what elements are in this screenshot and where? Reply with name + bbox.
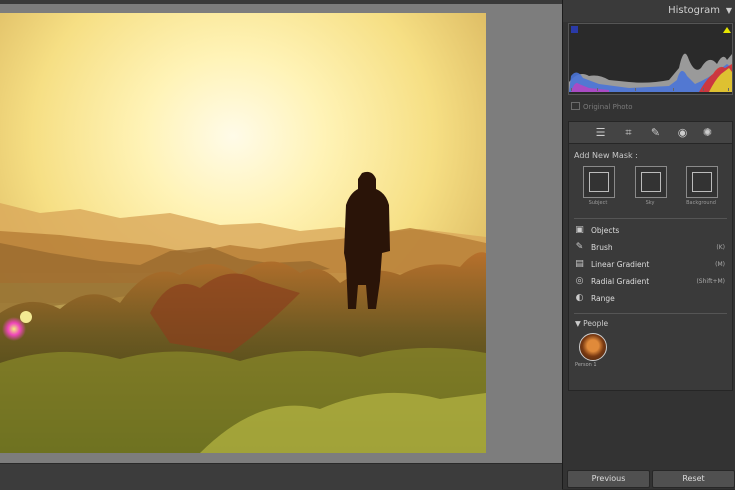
- red-eye-icon[interactable]: ◉: [675, 125, 690, 140]
- healing-brush-icon[interactable]: ✎: [648, 125, 663, 140]
- histogram-title: Histogram: [668, 5, 720, 16]
- right-panel: Histogram ▼ Original Photo ☰ ⌗ ✎ ◉ ✺ Add…: [562, 0, 735, 489]
- mask-item-shortcut: (Shift+M): [696, 278, 725, 285]
- masking-icon[interactable]: ✺: [700, 125, 715, 140]
- person-label: Person 1: [575, 362, 597, 368]
- divider: [574, 313, 727, 314]
- photo-canvas: [0, 0, 562, 490]
- mask-item-linear-gradient[interactable]: ▤ Linear Gradient (M): [575, 258, 725, 272]
- mask-item-objects[interactable]: ▣ Objects: [575, 224, 725, 238]
- radial-gradient-icon: ◎: [575, 276, 584, 286]
- mask-item-label: Brush: [591, 243, 613, 252]
- mask-item-radial-gradient[interactable]: ◎ Radial Gradient (Shift+M): [575, 275, 725, 289]
- divider: [574, 218, 727, 219]
- crop-icon[interactable]: ⌗: [621, 125, 636, 140]
- previous-button[interactable]: Previous: [567, 470, 650, 488]
- sky-mask-button[interactable]: [635, 166, 667, 198]
- histogram-ticks: [571, 88, 729, 91]
- tool-strip: ☰ ⌗ ✎ ◉ ✺: [568, 121, 733, 144]
- mask-item-label: Range: [591, 294, 615, 303]
- people-section-header[interactable]: ▼ People: [575, 319, 608, 328]
- original-photo-label: Original Photo: [583, 103, 633, 111]
- objects-icon: ▣: [575, 225, 584, 235]
- photo-preview[interactable]: [0, 13, 486, 453]
- sky-icon: [641, 172, 661, 192]
- mask-item-label: Objects: [591, 226, 620, 235]
- linear-gradient-icon: ▤: [575, 259, 584, 269]
- mask-item-brush[interactable]: ✎ Brush (K): [575, 241, 725, 255]
- sliders-icon[interactable]: ☰: [593, 125, 608, 140]
- sky-label: Sky: [645, 200, 655, 206]
- add-new-mask-label: Add New Mask :: [574, 151, 638, 160]
- subject-mask-button[interactable]: [583, 166, 615, 198]
- mask-item-shortcut: (M): [715, 261, 725, 268]
- mask-item-label: Radial Gradient: [591, 277, 650, 286]
- people-label: People: [583, 319, 609, 328]
- background-mask-button[interactable]: [686, 166, 718, 198]
- mask-item-label: Linear Gradient: [591, 260, 650, 269]
- canvas-top-bar: [0, 0, 562, 4]
- background-label: Background: [686, 200, 716, 206]
- filmstrip-bar: [0, 463, 562, 490]
- original-photo-toggle[interactable]: Original Photo: [571, 102, 633, 111]
- brush-icon: ✎: [575, 242, 584, 252]
- highlight-clipping-icon: [723, 27, 731, 33]
- triangle-down-icon[interactable]: ▼: [726, 6, 732, 15]
- shadow-clipping-icon: [571, 26, 578, 33]
- range-icon: ◐: [575, 293, 584, 303]
- person-thumbnail[interactable]: [579, 333, 607, 361]
- subject-icon: [589, 172, 609, 192]
- background-icon: [692, 172, 712, 192]
- mask-item-shortcut: (K): [716, 244, 725, 251]
- masking-panel: Add New Mask : Subject Sky Background ▣ …: [568, 143, 733, 391]
- mask-item-range[interactable]: ◐ Range: [575, 292, 725, 306]
- histogram-graph: [568, 23, 733, 95]
- reset-button[interactable]: Reset: [652, 470, 735, 488]
- checkbox-icon[interactable]: [571, 102, 580, 110]
- histogram-header[interactable]: Histogram ▼: [563, 0, 735, 22]
- subject-label: Subject: [588, 200, 608, 206]
- triangle-down-icon: ▼: [575, 319, 584, 328]
